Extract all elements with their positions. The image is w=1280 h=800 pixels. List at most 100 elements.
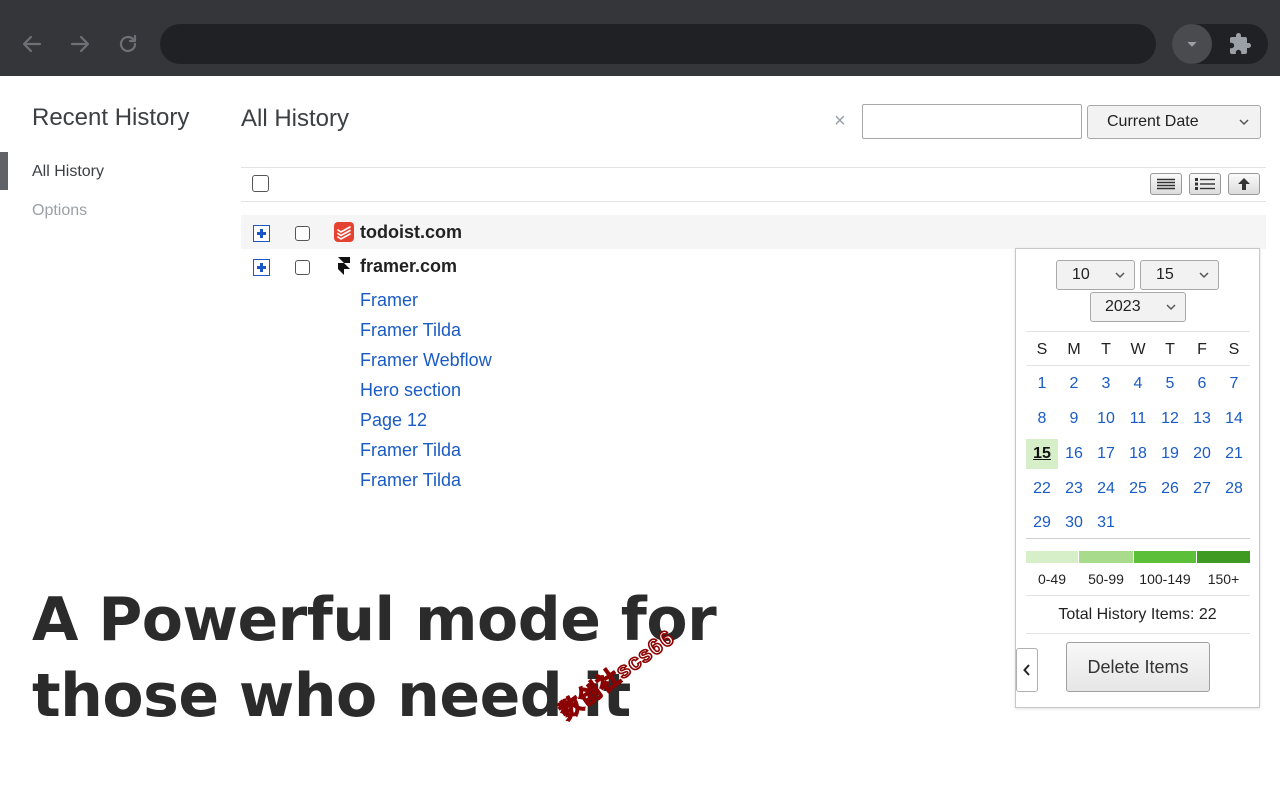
calendar-day[interactable]: 4 <box>1122 369 1154 399</box>
sidebar-item-options[interactable]: Options <box>32 202 87 220</box>
calendar-day[interactable]: 11 <box>1122 404 1154 434</box>
calendar-day[interactable]: 10 <box>1090 404 1122 434</box>
legend-swatch <box>1134 551 1196 563</box>
calendar-day[interactable]: 20 <box>1186 439 1218 469</box>
history-link[interactable]: Framer Tilda <box>360 470 461 491</box>
total-history-count: Total History Items: 22 <box>1058 606 1217 623</box>
select-all-checkbox[interactable] <box>252 175 269 192</box>
calendar-day[interactable]: 13 <box>1186 404 1218 434</box>
calendar-day[interactable]: 18 <box>1122 439 1154 469</box>
divider <box>1026 538 1250 539</box>
year-select[interactable]: 2023 <box>1090 292 1186 322</box>
expand-icon[interactable] <box>253 259 270 276</box>
sidebar-item-all-history[interactable]: All History <box>32 163 104 181</box>
date-filter-select[interactable]: Current Date <box>1087 105 1261 139</box>
calendar-day[interactable]: 2 <box>1058 369 1090 399</box>
legend-label: 0-49 <box>1037 571 1067 587</box>
legend-swatch <box>1079 551 1133 563</box>
weekday-label: F <box>1197 341 1207 358</box>
day-select[interactable]: 15 <box>1140 260 1219 290</box>
domain-label[interactable]: todoist.com <box>360 222 462 243</box>
history-link[interactable]: Framer <box>360 290 418 311</box>
calendar-day[interactable]: 22 <box>1026 474 1058 504</box>
forward-arrow-icon[interactable] <box>66 30 94 58</box>
weekday-label: M <box>1067 341 1081 358</box>
page-title: All History <box>241 105 350 132</box>
history-link[interactable]: Framer Tilda <box>360 320 461 341</box>
month-value: 10 <box>1072 266 1090 283</box>
calendar-panel: 10 15 2023 S M T W T F S 1 2 3 4 5 6 7 8 9 10 11 12… <box>1015 248 1260 708</box>
calendar-day[interactable]: 12 <box>1154 404 1186 434</box>
calendar-day[interactable]: 14 <box>1218 404 1250 434</box>
calendar-day[interactable]: 3 <box>1090 369 1122 399</box>
weekday-label: T <box>1101 341 1111 358</box>
chevron-down-icon <box>1239 119 1249 126</box>
calendar-day[interactable]: 28 <box>1218 474 1250 504</box>
calendar-day[interactable]: 15 <box>1026 439 1058 469</box>
chevron-left-icon <box>1023 664 1030 676</box>
sidebar-title: Recent History <box>32 104 190 131</box>
calendar-day[interactable]: 9 <box>1058 404 1090 434</box>
date-filter-value: Current Date <box>1107 113 1199 130</box>
calendar-day[interactable]: 8 <box>1026 404 1058 434</box>
back-arrow-icon[interactable] <box>18 30 46 58</box>
weekday-label: S <box>1036 341 1048 358</box>
row-checkbox[interactable] <box>295 260 310 275</box>
legend-swatch <box>1197 551 1250 563</box>
calendar-day[interactable]: 17 <box>1090 439 1122 469</box>
calendar-day[interactable]: 24 <box>1090 474 1122 504</box>
calendar-day[interactable]: 30 <box>1058 508 1090 538</box>
legend-swatch <box>1026 551 1078 563</box>
divider <box>1026 595 1250 596</box>
calendar-day[interactable]: 23 <box>1058 474 1090 504</box>
history-link[interactable]: Framer Tilda <box>360 440 461 461</box>
calendar-day[interactable]: 5 <box>1154 369 1186 399</box>
expand-icon[interactable] <box>253 225 270 242</box>
history-link[interactable]: Page 12 <box>360 410 427 431</box>
divider <box>1026 365 1250 366</box>
legend-label: 100-149 <box>1139 571 1191 587</box>
detail-view-icon[interactable] <box>1189 173 1221 195</box>
day-value: 15 <box>1156 266 1174 283</box>
clear-search-icon[interactable]: × <box>834 110 846 133</box>
calendar-day[interactable]: 25 <box>1122 474 1154 504</box>
dropdown-icon[interactable] <box>1172 24 1212 64</box>
todoist-icon <box>334 222 354 242</box>
chevron-down-icon <box>1199 272 1209 279</box>
divider <box>1026 633 1250 634</box>
weekday-label: T <box>1165 341 1175 358</box>
scroll-top-icon[interactable] <box>1228 173 1260 195</box>
legend-label: 150+ <box>1207 571 1240 587</box>
year-value: 2023 <box>1105 298 1141 315</box>
history-link[interactable]: Framer Webflow <box>360 350 492 371</box>
month-select[interactable]: 10 <box>1056 260 1135 290</box>
reload-icon[interactable] <box>114 30 142 58</box>
calendar-day[interactable]: 16 <box>1058 439 1090 469</box>
legend-label: 50-99 <box>1088 571 1124 587</box>
delete-items-button[interactable]: Delete Items <box>1066 642 1210 692</box>
search-input[interactable] <box>862 104 1082 139</box>
chevron-down-icon <box>1115 272 1125 279</box>
weekday-label: S <box>1228 341 1240 358</box>
weekday-label: W <box>1130 341 1146 358</box>
calendar-day[interactable]: 27 <box>1186 474 1218 504</box>
chevron-down-icon <box>1166 304 1176 311</box>
history-link[interactable]: Hero section <box>360 380 461 401</box>
calendar-day[interactable]: 21 <box>1218 439 1250 469</box>
calendar-day[interactable]: 7 <box>1218 369 1250 399</box>
calendar-day[interactable]: 19 <box>1154 439 1186 469</box>
headline-line: A Powerful mode for <box>32 585 717 655</box>
compact-view-icon[interactable] <box>1150 173 1182 195</box>
divider <box>241 201 1266 202</box>
collapse-panel-button[interactable] <box>1016 648 1038 692</box>
calendar-day[interactable]: 26 <box>1154 474 1186 504</box>
puzzle-icon[interactable] <box>1228 32 1252 56</box>
calendar-day[interactable]: 29 <box>1026 508 1058 538</box>
row-checkbox[interactable] <box>295 226 310 241</box>
divider <box>241 167 1266 168</box>
calendar-day[interactable]: 6 <box>1186 369 1218 399</box>
calendar-day[interactable]: 31 <box>1090 508 1122 538</box>
calendar-day[interactable]: 1 <box>1026 369 1058 399</box>
domain-label[interactable]: framer.com <box>360 256 457 277</box>
address-bar[interactable] <box>160 24 1156 64</box>
